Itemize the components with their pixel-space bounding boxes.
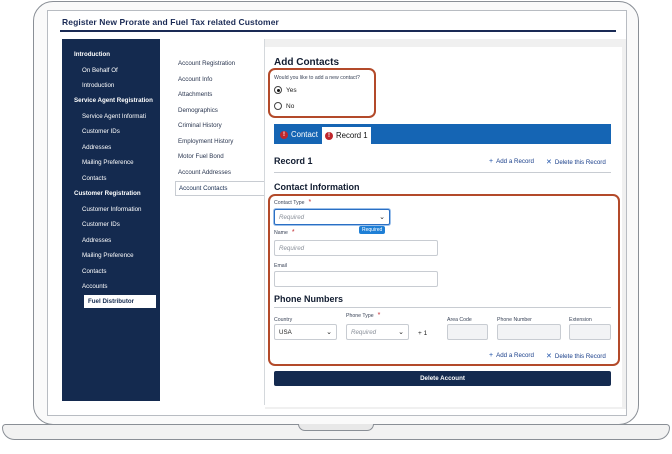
sidebar-item-customer-ids[interactable]: Customer IDs <box>82 128 120 135</box>
subnav-criminal-history[interactable]: Criminal History <box>178 122 222 129</box>
tab-record-1[interactable]: ! Record 1 <box>322 127 371 144</box>
add-contacts-heading: Add Contacts <box>274 57 339 68</box>
add-record-button[interactable]: + Add a Record <box>489 158 534 165</box>
sidebar-heading-customer-registration[interactable]: Customer Registration <box>74 190 141 197</box>
add-record-label: Add a Record <box>496 158 534 165</box>
subnav-demographics[interactable]: Demographics <box>178 107 218 114</box>
sidebar-item-service-agent-info[interactable]: Service Agent Informati <box>82 113 146 120</box>
account-subnav: Account Registration Account Info Attach… <box>168 39 266 401</box>
subnav-account-registration[interactable]: Account Registration <box>178 60 235 67</box>
contact-information-heading: Contact Information <box>274 182 360 192</box>
sidebar-heading-service-agent[interactable]: Service Agent Registration <box>74 97 153 104</box>
sidebar-item-accounts[interactable]: Accounts <box>82 283 107 290</box>
title-divider <box>60 30 616 32</box>
close-icon: ✕ <box>546 159 552 166</box>
error-icon: ! <box>325 131 333 140</box>
subnav-account-info[interactable]: Account Info <box>178 76 212 83</box>
sidebar-item-contacts[interactable]: Contacts <box>82 175 106 182</box>
sidebar-item-on-behalf-of[interactable]: On Behalf Of <box>82 67 118 74</box>
sidebar-item-mailing-preference-2[interactable]: Mailing Preference <box>82 252 134 259</box>
sidebar-item-customer-information[interactable]: Customer Information <box>82 206 142 213</box>
highlight-add-contacts <box>268 68 376 118</box>
highlight-contact-information <box>268 194 620 366</box>
page-title: Register New Prorate and Fuel Tax relate… <box>62 17 279 27</box>
sidebar-heading-introduction[interactable]: Introduction <box>74 51 110 58</box>
record-title: Record 1 <box>274 156 313 166</box>
delete-account-button[interactable]: Delete Account <box>274 371 611 386</box>
sidebar-item-fuel-distributor[interactable]: Fuel Distributor <box>84 295 156 308</box>
subnav-divider <box>264 39 265 405</box>
tab-record-1-label: Record 1 <box>336 131 368 140</box>
sidebar-item-addresses[interactable]: Addresses <box>82 144 111 151</box>
delete-record-button[interactable]: ✕ Delete this Record <box>546 158 606 166</box>
error-icon: ! <box>280 130 288 139</box>
subnav-attachments[interactable]: Attachments <box>178 91 212 98</box>
sidebar-item-mailing-preference[interactable]: Mailing Preference <box>82 159 134 166</box>
sidebar-item-addresses-2[interactable]: Addresses <box>82 237 111 244</box>
subnav-employment-history[interactable]: Employment History <box>178 138 233 145</box>
subnav-account-addresses[interactable]: Account Addresses <box>178 169 231 176</box>
left-sidebar: Introduction On Behalf Of Introduction S… <box>62 39 160 401</box>
sidebar-item-customer-ids-2[interactable]: Customer IDs <box>82 221 120 228</box>
subnav-motor-fuel-bond[interactable]: Motor Fuel Bond <box>178 153 224 160</box>
record-divider <box>274 172 611 173</box>
delete-record-label: Delete this Record <box>554 159 606 166</box>
sidebar-item-contacts-2[interactable]: Contacts <box>82 268 106 275</box>
tab-contact[interactable]: ! Contact <box>280 130 318 139</box>
tab-contact-label: Contact <box>291 130 318 139</box>
subnav-account-contacts[interactable]: Account Contacts <box>175 181 265 196</box>
plus-icon: + <box>489 158 494 165</box>
laptop-screen: Register New Prorate and Fuel Tax relate… <box>47 10 627 416</box>
sidebar-item-introduction[interactable]: Introduction <box>82 82 114 89</box>
laptop-notch <box>298 424 374 431</box>
